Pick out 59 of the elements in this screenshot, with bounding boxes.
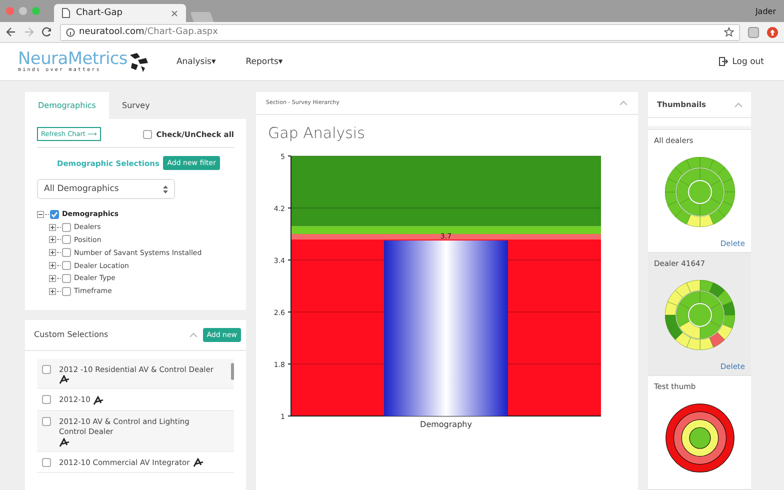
checkbox[interactable]: [62, 222, 71, 232]
expand-icon[interactable]: [49, 274, 56, 282]
scrollbar-thumb[interactable]: [231, 362, 234, 380]
checkbox[interactable]: [143, 130, 152, 138]
url-text: neuratool.com/Chart-Gap.aspx: [79, 27, 219, 37]
pen-icon[interactable]: [192, 458, 204, 468]
pen-icon[interactable]: [59, 375, 70, 384]
forward-icon[interactable]: [24, 27, 34, 37]
chevron-up-icon[interactable]: [734, 102, 743, 108]
logo-icon: [128, 50, 150, 72]
expand-icon[interactable]: [49, 236, 56, 244]
tab[interactable]: Survey: [108, 92, 163, 119]
browser-tab[interactable]: Chart-Gap: [54, 4, 186, 22]
panel-title: Custom Selections: [34, 330, 108, 340]
logo-text: NeuraMetrics: [18, 50, 128, 68]
checkbox[interactable]: [42, 416, 51, 426]
checkbox[interactable]: [62, 286, 71, 296]
reload-icon[interactable]: [42, 27, 52, 37]
checkbox[interactable]: [42, 458, 51, 467]
close-icon[interactable]: [171, 10, 178, 16]
expand-icon[interactable]: [49, 224, 56, 231]
category-label: Demography: [420, 420, 472, 429]
star-icon[interactable]: [724, 27, 734, 37]
expand-icon[interactable]: [49, 262, 56, 270]
checkbox[interactable]: [42, 395, 51, 404]
tab-title: Chart-Gap: [76, 8, 124, 18]
checkbox[interactable]: [50, 210, 59, 219]
expand-icon[interactable]: [49, 249, 56, 256]
back-icon[interactable]: [6, 27, 16, 37]
chart-title: Gap Analysis: [267, 123, 366, 144]
collapse-icon[interactable]: [37, 210, 44, 218]
dropdown[interactable]: All Demographics: [37, 179, 175, 199]
menu-link[interactable]: Analysis▾: [176, 56, 216, 66]
dropdown-value: All Demographics: [44, 184, 119, 194]
checkbox[interactable]: [62, 248, 71, 258]
pen-icon[interactable]: [59, 438, 70, 447]
checkbox[interactable]: [62, 235, 71, 244]
extension-icon[interactable]: [748, 26, 759, 38]
logout-link[interactable]: Log out: [719, 56, 764, 66]
extension-icon[interactable]: [767, 26, 778, 38]
check-icon: [51, 210, 58, 218]
sunburst-chart-drawing: [664, 280, 734, 350]
sort-arrows-icon: [163, 184, 168, 194]
chevron-up-icon[interactable]: [619, 100, 628, 106]
checkbox[interactable]: [62, 261, 71, 270]
address-field[interactable]: neuratool.com/Chart-Gap.aspx: [60, 24, 740, 40]
menu-link[interactable]: Reports▾: [246, 56, 283, 66]
profile-name[interactable]: Jader: [755, 6, 776, 16]
pen-icon[interactable]: [93, 396, 104, 405]
checkbox[interactable]: [62, 274, 71, 283]
chevron-up-icon[interactable]: [188, 332, 198, 338]
info-icon: [66, 28, 75, 36]
expand-icon[interactable]: [49, 288, 56, 295]
checkbox[interactable]: [42, 364, 51, 374]
new-tab-button[interactable]: [190, 12, 214, 22]
target-chart-drawing: [664, 403, 734, 473]
page-icon: [62, 8, 70, 18]
logout-icon: [719, 57, 728, 66]
sunburst-chart-drawing: [664, 157, 734, 227]
